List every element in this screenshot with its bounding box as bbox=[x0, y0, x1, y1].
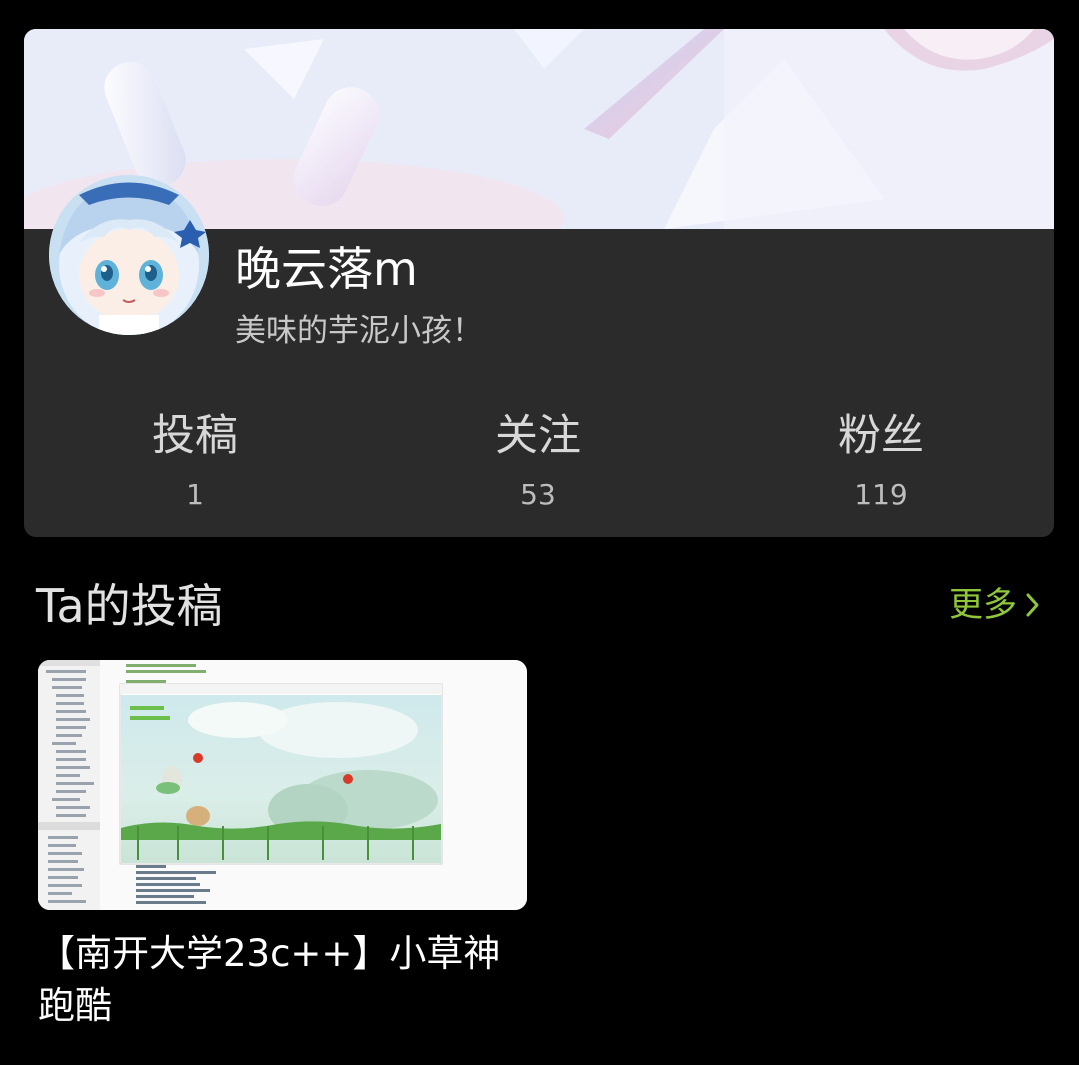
username: 晚云落m bbox=[235, 242, 418, 296]
avatar[interactable] bbox=[49, 175, 209, 335]
profile-card: 晚云落m 美味的芋泥小孩！ 投稿 1 关注 53 粉丝 119 bbox=[24, 29, 1054, 537]
user-bio: 美味的芋泥小孩！ bbox=[235, 313, 483, 349]
stat-posts[interactable]: 投稿 1 bbox=[95, 407, 295, 515]
stat-following-value: 53 bbox=[520, 478, 556, 511]
stat-followers[interactable]: 粉丝 119 bbox=[781, 407, 981, 515]
chevron-right-icon bbox=[1026, 593, 1039, 617]
stat-posts-value: 1 bbox=[186, 478, 204, 511]
stat-following-label: 关注 bbox=[495, 411, 581, 461]
more-label: 更多 bbox=[949, 585, 1017, 625]
video-title[interactable]: 【南开大学23c++】小草神跑酷 bbox=[38, 928, 527, 1032]
video-thumbnail[interactable] bbox=[38, 660, 527, 910]
stat-followers-label: 粉丝 bbox=[838, 411, 924, 461]
stat-following[interactable]: 关注 53 bbox=[438, 407, 638, 515]
stat-followers-value: 119 bbox=[854, 478, 908, 511]
section-title: Ta的投稿 bbox=[36, 579, 223, 633]
stat-posts-label: 投稿 bbox=[152, 411, 238, 461]
more-button[interactable]: 更多 bbox=[949, 582, 1041, 628]
video-card[interactable]: 【南开大学23c++】小草神跑酷 bbox=[38, 660, 527, 1032]
